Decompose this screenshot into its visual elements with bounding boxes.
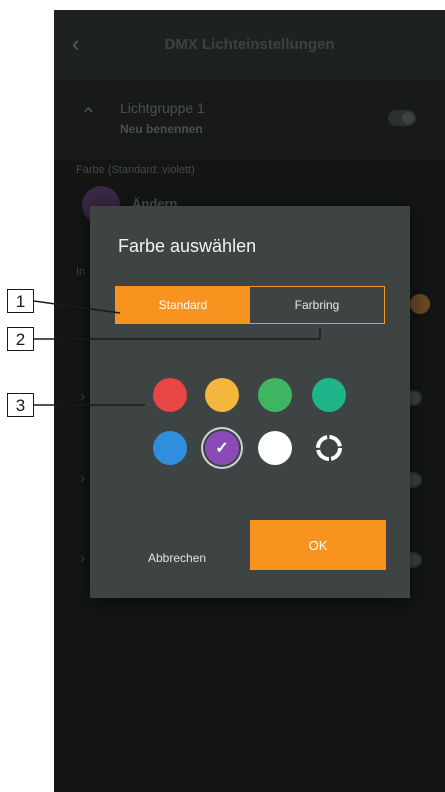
callout-2: 2	[7, 327, 34, 351]
color-swatch-green[interactable]	[258, 378, 292, 412]
intensity-label: In	[76, 266, 86, 278]
color-setting-label: Farbe (Standard: violett)	[76, 164, 195, 176]
app-header: ‹ DMX Lichteinstellungen	[54, 10, 445, 80]
row-chevron-icon[interactable]: ›	[80, 470, 85, 488]
checkmark-icon: ✓	[215, 440, 229, 457]
row-chevron-icon[interactable]: ›	[80, 550, 85, 568]
page-title: DMX Lichteinstellungen	[164, 36, 335, 53]
tab-farbring[interactable]: Farbring	[250, 287, 384, 323]
color-swatch-yellow[interactable]	[205, 378, 239, 412]
callout-1: 1	[7, 289, 34, 313]
ok-button[interactable]: OK	[250, 520, 386, 570]
callout-3: 3	[7, 393, 34, 417]
color-swatch-white[interactable]	[258, 431, 292, 465]
group-name: Lichtgruppe 1	[120, 100, 205, 116]
color-swatch-teal[interactable]	[312, 378, 346, 412]
app-screen: ‹ DMX Lichteinstellungen ⌃ Lichtgruppe 1…	[54, 10, 445, 792]
row-chevron-icon[interactable]: ›	[80, 388, 85, 406]
cancel-button[interactable]: Abbrechen	[148, 551, 206, 565]
group-toggle[interactable]	[388, 110, 416, 126]
color-swatch-blue[interactable]	[153, 431, 187, 465]
color-mode-tabs: Standard Farbring	[115, 286, 385, 324]
color-swatch-red[interactable]	[153, 378, 187, 412]
color-ring-icon[interactable]	[314, 433, 344, 463]
color-picker-dialog: Farbe auswählen Standard Farbring ✓ Abbr…	[90, 206, 410, 598]
rename-link[interactable]: Neu benennen	[120, 122, 203, 136]
dialog-title: Farbe auswählen	[118, 236, 257, 256]
tab-standard[interactable]: Standard	[116, 287, 250, 323]
chevron-up-icon[interactable]: ⌃	[80, 106, 97, 126]
intensity-slider-knob[interactable]	[410, 294, 430, 314]
color-swatch-violet[interactable]: ✓	[205, 431, 239, 465]
light-group-row[interactable]: ⌃ Lichtgruppe 1 Neu benennen	[54, 80, 445, 160]
